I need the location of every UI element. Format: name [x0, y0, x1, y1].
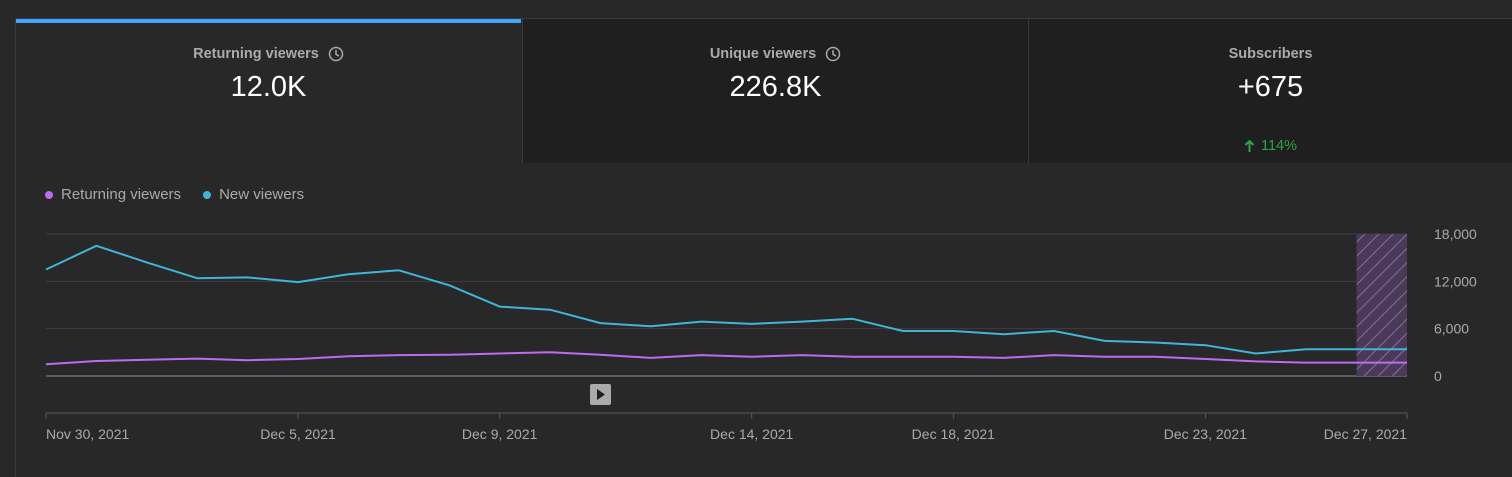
x-tick-label: Dec 5, 2021: [260, 426, 336, 442]
y-tick-label: 12,000: [1434, 273, 1477, 289]
series-line-new-viewers: [45, 244, 1407, 355]
x-tick-label: Dec 27, 2021: [1324, 426, 1407, 442]
play-icon: [597, 389, 605, 400]
x-tick-label: Dec 23, 2021: [1164, 426, 1247, 442]
y-tick-label: 18,000: [1434, 226, 1477, 242]
x-tick-label: Dec 14, 2021: [710, 426, 793, 442]
y-tick-label: 6,000: [1434, 321, 1469, 337]
x-tick-label: Dec 18, 2021: [912, 426, 995, 442]
x-tick-label: Dec 9, 2021: [462, 426, 538, 442]
line-chart: 0 6,000 12,000 18,000 Nov 30, 2021 Dec 5, 202…: [45, 226, 1477, 442]
y-tick-label: 0: [1434, 368, 1442, 384]
x-tick-label: Nov 30, 2021: [46, 426, 129, 442]
series-line-returning-viewers: [45, 351, 1407, 366]
partial-data-region: [1356, 234, 1407, 376]
annotation-marker-button[interactable]: [590, 384, 611, 405]
